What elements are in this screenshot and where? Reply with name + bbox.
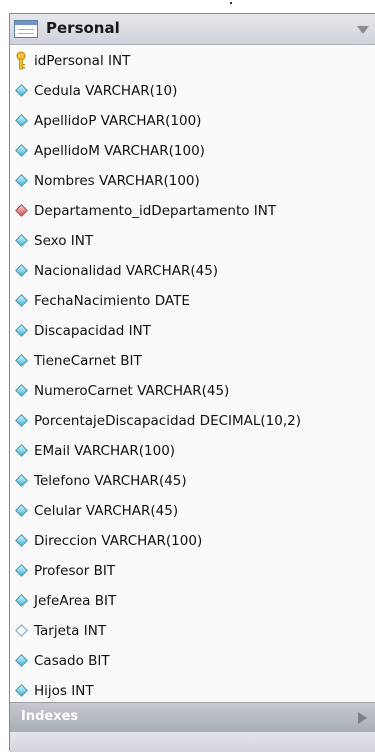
column-label: idPersonal INT	[34, 53, 131, 69]
table-title: Personal	[46, 19, 120, 37]
column-row[interactable]: NumeroCarnet VARCHAR(45)	[10, 376, 375, 406]
indexes-label: Indexes	[21, 709, 79, 724]
expand-arrow-icon[interactable]	[358, 712, 367, 724]
column-row[interactable]: Celular VARCHAR(45)	[10, 496, 375, 526]
column-row[interactable]: FechaNacimiento DATE	[10, 286, 375, 316]
column-label: FechaNacimiento DATE	[34, 293, 190, 309]
column-row[interactable]: Cedula VARCHAR(10)	[10, 76, 375, 106]
column-row[interactable]: Profesor BIT	[10, 556, 375, 586]
not-null-column-icon	[15, 84, 28, 97]
nullable-column-icon	[15, 624, 28, 637]
not-null-column-icon	[15, 384, 28, 397]
not-null-column-icon	[15, 534, 28, 547]
not-null-column-icon	[15, 264, 28, 277]
collapse-arrow-icon[interactable]	[357, 26, 369, 34]
not-null-column-icon	[15, 684, 28, 697]
column-list: idPersonal INT Cedula VARCHAR(10) Apelli…	[10, 46, 375, 706]
not-null-column-icon	[15, 414, 28, 427]
column-row[interactable]: ApellidoM VARCHAR(100)	[10, 136, 375, 166]
indexes-section-header[interactable]: Indexes	[10, 702, 375, 732]
not-null-column-icon	[15, 144, 28, 157]
column-row[interactable]: Sexo INT	[10, 226, 375, 256]
column-row[interactable]: Nombres VARCHAR(100)	[10, 166, 375, 196]
primary-key-icon	[16, 51, 26, 70]
not-null-column-icon	[15, 174, 28, 187]
stray-dot	[230, 2, 232, 4]
column-label: NumeroCarnet VARCHAR(45)	[34, 383, 230, 399]
column-label: EMail VARCHAR(100)	[34, 443, 176, 459]
column-row[interactable]: Telefono VARCHAR(45)	[10, 466, 375, 496]
column-label: Tarjeta INT	[34, 623, 107, 639]
not-null-column-icon	[15, 564, 28, 577]
column-label: Profesor BIT	[34, 563, 116, 579]
column-label: TieneCarnet BIT	[34, 353, 142, 369]
column-row[interactable]: PorcentajeDiscapacidad DECIMAL(10,2)	[10, 406, 375, 436]
column-label: Discapacidad INT	[34, 323, 151, 339]
column-row[interactable]: JefeArea BIT	[10, 586, 375, 616]
column-row[interactable]: idPersonal INT	[10, 46, 375, 76]
column-label: Telefono VARCHAR(45)	[34, 473, 187, 489]
table-entity-box[interactable]: Personal idPersonal INT Cedula VARCHAR(1…	[9, 13, 375, 752]
column-label: Celular VARCHAR(45)	[34, 503, 179, 519]
column-label: Sexo INT	[34, 233, 94, 249]
column-label: Nacionalidad VARCHAR(45)	[34, 263, 219, 279]
column-label: JefeArea BIT	[34, 593, 117, 609]
not-null-column-icon	[15, 234, 28, 247]
column-row[interactable]: Direccion VARCHAR(100)	[10, 526, 375, 556]
not-null-column-icon	[15, 444, 28, 457]
column-label: Nombres VARCHAR(100)	[34, 173, 200, 189]
column-label: ApellidoM VARCHAR(100)	[34, 143, 205, 159]
table-icon	[14, 20, 38, 38]
column-label: Departamento_idDepartamento INT	[34, 203, 277, 219]
not-null-column-icon	[15, 474, 28, 487]
column-row[interactable]: Nacionalidad VARCHAR(45)	[10, 256, 375, 286]
column-row[interactable]: Departamento_idDepartamento INT	[10, 196, 375, 226]
column-row[interactable]: Casado BIT	[10, 646, 375, 676]
column-label: Direccion VARCHAR(100)	[34, 533, 203, 549]
foreign-key-icon	[15, 204, 28, 217]
column-row[interactable]: Discapacidad INT	[10, 316, 375, 346]
not-null-column-icon	[15, 594, 28, 607]
not-null-column-icon	[15, 294, 28, 307]
not-null-column-icon	[15, 654, 28, 667]
column-row[interactable]: EMail VARCHAR(100)	[10, 436, 375, 466]
column-row[interactable]: ApellidoP VARCHAR(100)	[10, 106, 375, 136]
not-null-column-icon	[15, 324, 28, 337]
not-null-column-icon	[15, 354, 28, 367]
column-label: PorcentajeDiscapacidad DECIMAL(10,2)	[34, 413, 302, 429]
not-null-column-icon	[15, 504, 28, 517]
column-label: Cedula VARCHAR(10)	[34, 83, 178, 99]
column-label: Casado BIT	[34, 653, 110, 669]
column-row[interactable]: TieneCarnet BIT	[10, 346, 375, 376]
not-null-column-icon	[15, 114, 28, 127]
column-row[interactable]: Tarjeta INT	[10, 616, 375, 646]
table-footer	[10, 732, 375, 752]
table-header[interactable]: Personal	[10, 14, 375, 45]
column-label: ApellidoP VARCHAR(100)	[34, 113, 202, 129]
